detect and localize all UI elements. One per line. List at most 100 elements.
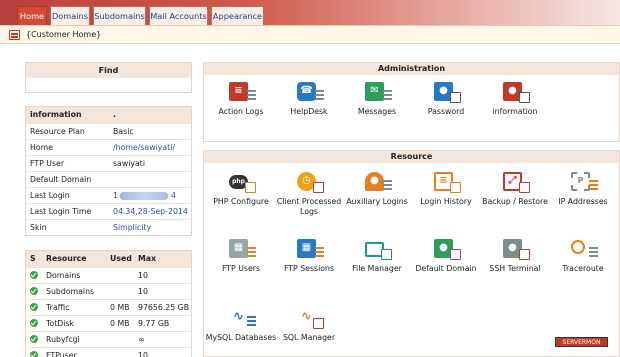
info-row-ftp-user: FTP User sawiyati xyxy=(26,155,191,171)
info-row-skin: Skin Simplicity xyxy=(26,219,191,235)
info-key: Resource Plan xyxy=(30,127,85,136)
ip-addresses-button[interactable]: P IP Addresses xyxy=(546,170,620,207)
file-manager-label: File Manager xyxy=(352,264,402,273)
password-button[interactable]: ● Password xyxy=(409,80,483,117)
file-manager-icon xyxy=(361,237,393,263)
home-path-link[interactable]: /home/sawiyati/ xyxy=(113,140,175,155)
check-icon xyxy=(30,268,38,284)
action-logs-label: Action Logs xyxy=(218,107,264,116)
resource-max: 9.77 GB xyxy=(138,319,170,328)
check-icon xyxy=(30,332,38,348)
breadcrumb: {Customer Home} xyxy=(0,25,620,44)
tab-home[interactable]: Home xyxy=(17,6,47,25)
col-max: Max xyxy=(138,254,157,263)
info-row-last-login: Last Login 1 4 xyxy=(26,187,191,203)
resource-name: Subdomains xyxy=(46,287,95,296)
mysql-databases-button[interactable]: ∿ MySQL Databases xyxy=(204,306,278,343)
top-tab-bar: Home Domains Subdomains Mail Accounts Ap… xyxy=(0,0,620,25)
last-login-ip-end: 4 xyxy=(170,191,176,200)
action-logs-icon: ≡ xyxy=(225,80,257,106)
info-value: sawiyati xyxy=(113,159,145,168)
info-value: Basic xyxy=(113,127,134,136)
brand-left: SERVERMON xyxy=(562,339,601,346)
tab-mail-accounts[interactable]: Mail Accounts xyxy=(149,6,208,25)
info-value: 04.34,28-Sep-2014 xyxy=(113,207,188,216)
find-body[interactable] xyxy=(26,78,191,92)
backup-restore-icon: ⤢ xyxy=(499,170,531,196)
resource-name: Domains xyxy=(46,271,81,280)
traceroute-label: Traceroute xyxy=(562,264,604,273)
table-row: Traffic 0 MB 97656.25 GB xyxy=(26,299,191,315)
login-history-button[interactable]: ≡ Login History xyxy=(409,170,483,207)
ip-addresses-label: IP Addresses xyxy=(558,197,608,206)
administration-title: Administration xyxy=(204,63,619,75)
info-row-home: Home /home/sawiyati/ xyxy=(26,139,191,155)
check-icon xyxy=(30,348,38,357)
ssh-terminal-icon: ● xyxy=(499,237,531,263)
skin-link[interactable]: Simplicity xyxy=(113,220,151,235)
client-processed-logs-button[interactable]: ◷ Client Processed Logs xyxy=(272,170,346,217)
default-domain-icon: ● xyxy=(430,237,462,263)
ftp-users-button[interactable]: ▦ FTP Users xyxy=(204,237,278,274)
ip-addresses-icon: P xyxy=(567,170,599,196)
check-icon xyxy=(30,300,38,316)
administration-panel: Administration ≡ Action Logs ☎ HelpDesk … xyxy=(203,62,620,142)
resource-panel: Resource php PHP Configure ◷ Client Proc… xyxy=(203,150,620,357)
helpdesk-button[interactable]: ☎ HelpDesk xyxy=(272,80,346,117)
resource-max: 10 xyxy=(138,287,148,296)
info-row-last-login-time: Last Login Time 04.34,28-Sep-2014 xyxy=(26,203,191,219)
helpdesk-icon: ☎ xyxy=(293,80,325,106)
info-row-default-domain: Default Domain xyxy=(26,171,191,187)
ssh-terminal-button[interactable]: ● SSH Terminal xyxy=(478,237,552,274)
sql-manager-label: SQL Manager xyxy=(282,333,336,342)
messages-button[interactable]: ✉ Messages xyxy=(340,80,414,117)
helpdesk-label: HelpDesk xyxy=(290,107,328,116)
tab-domains[interactable]: Domains xyxy=(50,6,90,25)
resource-usage-table: S Resource Used Max Domains 10 Subdomain… xyxy=(25,250,192,357)
table-row: FTPuser 10 xyxy=(26,347,191,357)
table-header: S Resource Used Max xyxy=(26,251,191,267)
traceroute-button[interactable]: Traceroute xyxy=(546,237,620,274)
col-used: Used xyxy=(110,254,132,263)
resource-max: 97656.25 GB xyxy=(138,303,190,312)
tab-subdomains[interactable]: Subdomains xyxy=(93,6,146,25)
info-key: Home xyxy=(30,143,54,152)
information-label: information xyxy=(492,107,538,116)
resource-title: Resource xyxy=(204,151,619,163)
ftp-users-icon: ▦ xyxy=(225,237,257,263)
file-manager-button[interactable]: File Manager xyxy=(340,237,414,274)
resource-name: TotDisk xyxy=(46,319,75,328)
resource-max: 10 xyxy=(138,351,148,357)
menu-icon[interactable] xyxy=(9,30,20,40)
login-history-label: Login History xyxy=(420,197,472,206)
default-domain-label: Default Domain xyxy=(415,264,477,273)
tab-appearance[interactable]: Appearance xyxy=(211,6,264,25)
check-icon xyxy=(30,284,38,300)
php-configure-button[interactable]: php PHP Configure xyxy=(204,170,278,207)
default-domain-button[interactable]: ● Default Domain xyxy=(409,237,483,274)
info-key: FTP User xyxy=(30,159,65,168)
information-table: information . Resource Plan Basic Home /… xyxy=(25,106,192,236)
ssh-terminal-label: SSH Terminal xyxy=(489,264,541,273)
brand-badge: SERVERMON ORG xyxy=(555,337,608,356)
php-configure-label: PHP Configure xyxy=(213,197,269,206)
backup-restore-button[interactable]: ⤢ Backup / Restore xyxy=(478,170,552,207)
info-key: Default Domain xyxy=(30,175,92,184)
action-logs-button[interactable]: ≡ Action Logs xyxy=(204,80,278,117)
sql-manager-button[interactable]: ∿ SQL Manager xyxy=(272,306,346,343)
info-key: Last Login Time xyxy=(30,207,92,216)
info-key: Skin xyxy=(30,223,47,232)
login-history-icon: ≡ xyxy=(430,170,462,196)
mysql-databases-label: MySQL Databases xyxy=(205,333,277,342)
table-row: Subdomains 10 xyxy=(26,283,191,299)
find-title: Find xyxy=(26,63,191,78)
resource-name: FTPuser xyxy=(46,351,77,357)
information-button[interactable]: ● information xyxy=(478,80,552,117)
info-key: Last Login xyxy=(30,191,70,200)
auxiliary-logins-button[interactable]: ● Auxiliary Logins xyxy=(340,170,414,207)
resource-name: Rubyfcgi xyxy=(46,335,80,344)
resource-max: 10 xyxy=(138,271,148,280)
last-login-ip: 1 4 xyxy=(113,188,176,203)
information-header-key: information xyxy=(30,110,82,119)
ftp-sessions-button[interactable]: ▦ FTP Sessions xyxy=(272,237,346,274)
